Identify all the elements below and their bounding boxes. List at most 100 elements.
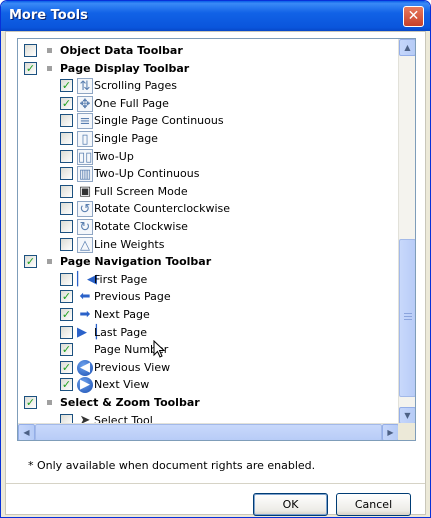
scrolling-pages-icon: ⇅: [77, 78, 93, 95]
two-up-continuous-icon: ▥: [77, 166, 93, 183]
tool-item-row[interactable]: ✓ ⬅ Previous Page: [18, 288, 399, 305]
scrollbar-corner: [398, 423, 415, 440]
full-screen-mode-icon: ▣: [78, 183, 92, 199]
item-label: First Page: [94, 272, 148, 286]
item-checkbox[interactable]: ✓: [60, 79, 73, 93]
next-view-icon: ▶: [77, 377, 93, 394]
item-checkbox[interactable]: [60, 220, 73, 233]
item-label: One Full Page: [94, 96, 169, 110]
close-button[interactable]: ✕: [403, 6, 424, 27]
tool-item-row[interactable]: ✓ ▶ Next View: [18, 376, 399, 394]
section-checkbox[interactable]: ✓: [24, 396, 37, 409]
item-label: Scrolling Pages: [94, 79, 178, 93]
section-checkbox[interactable]: ✓: [24, 61, 37, 75]
item-label: Two-Up Continuous: [94, 167, 200, 181]
tool-item-row[interactable]: ↻ Rotate Clockwise: [18, 218, 399, 235]
dialog-title: More Tools: [9, 8, 88, 23]
bullet-icon: [47, 65, 52, 71]
item-checkbox[interactable]: ✓: [60, 343, 73, 357]
tool-item-row[interactable]: △ Line Weights: [18, 236, 399, 253]
tool-item-row[interactable]: ✓ ✥ One Full Page: [18, 95, 399, 112]
rotate-counterclockwise-icon: ↺: [77, 201, 93, 218]
ok-button[interactable]: OK: [253, 493, 328, 516]
item-label: Single Page: [94, 132, 158, 145]
two-up-icon: ▯▯: [77, 148, 93, 165]
one-full-page-icon: ✥: [77, 95, 93, 112]
item-checkbox[interactable]: ✓: [60, 96, 73, 110]
tool-item-row[interactable]: ▏◀ First Page: [18, 271, 399, 288]
toolbar-section-row[interactable]: Object Data Toolbar: [18, 42, 399, 59]
item-label: Rotate Clockwise: [94, 220, 188, 233]
item-checkbox[interactable]: [60, 132, 73, 145]
tool-item-row[interactable]: ▯▯ Two-Up: [18, 148, 399, 165]
item-checkbox[interactable]: ✓: [60, 308, 73, 321]
item-checkbox[interactable]: [60, 149, 73, 163]
item-label: Line Weights: [94, 237, 165, 251]
blank-icon: [77, 342, 93, 358]
tool-item-row[interactable]: ✓ ⇅ Scrolling Pages: [18, 77, 399, 95]
scroll-down-button[interactable]: ▼: [399, 407, 415, 424]
section-label: Page Display Toolbar: [60, 61, 190, 75]
tool-item-row[interactable]: ≡ Single Page Continuous: [18, 112, 399, 130]
scroll-right-button[interactable]: ▶: [382, 424, 399, 440]
single-page-continuous-icon: ≡: [77, 113, 93, 130]
item-checkbox[interactable]: [60, 325, 73, 339]
title-bar: More Tools ✕: [1, 1, 430, 31]
item-checkbox[interactable]: ✓: [60, 378, 73, 392]
item-checkbox[interactable]: [60, 114, 73, 128]
single-page-icon: ▯: [77, 131, 93, 147]
previous-view-icon: ◀: [77, 359, 93, 376]
bullet-icon: [47, 48, 52, 53]
item-checkbox[interactable]: [60, 237, 73, 251]
tool-item-row[interactable]: ▣ Full Screen Mode: [18, 183, 399, 200]
section-label: Page Navigation Toolbar: [60, 255, 212, 269]
section-label: Object Data Toolbar: [60, 44, 183, 57]
cancel-button[interactable]: Cancel: [336, 493, 411, 516]
item-label: Rotate Counterclockwise: [94, 202, 231, 216]
horizontal-scroll-thumb[interactable]: [35, 424, 382, 440]
tool-item-row[interactable]: ▥ Two-Up Continuous: [18, 165, 399, 183]
item-label: Previous Page: [94, 290, 171, 304]
next-page-icon: ➡: [79, 307, 91, 322]
first-page-icon: ▏◀: [77, 271, 97, 287]
tools-list[interactable]: Object Data Toolbar ✓ Page Display Toolbar…: [17, 38, 416, 441]
section-label: Select & Zoom Toolbar: [60, 396, 200, 409]
horizontal-scrollbar[interactable]: ◀ ▶: [18, 423, 399, 440]
section-checkbox[interactable]: ✓: [24, 255, 37, 269]
tool-item-row[interactable]: ↺ Rotate Counterclockwise: [18, 200, 399, 218]
tool-item-row[interactable]: ✓ Page Number: [18, 341, 399, 358]
item-checkbox[interactable]: ✓: [60, 290, 73, 304]
scroll-left-button[interactable]: ◀: [18, 424, 35, 440]
item-label: Next View: [94, 378, 150, 392]
tool-item-row[interactable]: ✓ ◀ Previous View: [18, 359, 399, 376]
toolbar-section-row[interactable]: ✓ Page Display Toolbar: [18, 60, 399, 77]
dialog-body: Object Data Toolbar ✓ Page Display Toolbar…: [5, 31, 426, 516]
vertical-scroll-thumb[interactable]: [399, 239, 415, 397]
item-label: Single Page Continuous: [94, 114, 224, 128]
tools-list-content: Object Data Toolbar ✓ Page Display Toolbar…: [18, 39, 399, 424]
tool-item-row[interactable]: ▯ Single Page: [18, 130, 399, 147]
vertical-scrollbar[interactable]: ▲ ▼: [398, 39, 415, 424]
item-label: Full Screen Mode: [94, 184, 188, 198]
item-label: Next Page: [94, 308, 150, 321]
toolbar-section-row[interactable]: ✓ Page Navigation Toolbar: [18, 253, 399, 270]
footer-divider: [6, 483, 425, 484]
item-checkbox[interactable]: [60, 202, 73, 216]
item-checkbox[interactable]: [60, 184, 73, 198]
section-checkbox[interactable]: [24, 44, 37, 57]
scroll-up-button[interactable]: ▲: [399, 39, 415, 56]
item-label: Previous View: [94, 360, 171, 374]
bullet-icon: [47, 259, 52, 265]
rights-note: * Only available when document rights ar…: [28, 459, 316, 472]
previous-page-icon: ⬅: [79, 289, 91, 305]
line-weights-icon: △: [77, 236, 93, 253]
item-checkbox[interactable]: [60, 167, 73, 181]
last-page-icon: ▶▕: [77, 324, 97, 340]
item-checkbox[interactable]: [60, 272, 73, 286]
toolbar-section-row[interactable]: ✓ Select & Zoom Toolbar: [18, 394, 399, 411]
item-label: Last Page: [94, 325, 148, 339]
tool-item-row[interactable]: ▶▕ Last Page: [18, 324, 399, 341]
tool-item-row[interactable]: ✓ ➡ Next Page: [18, 306, 399, 323]
item-checkbox[interactable]: ✓: [60, 360, 73, 374]
bullet-icon: [47, 400, 52, 405]
